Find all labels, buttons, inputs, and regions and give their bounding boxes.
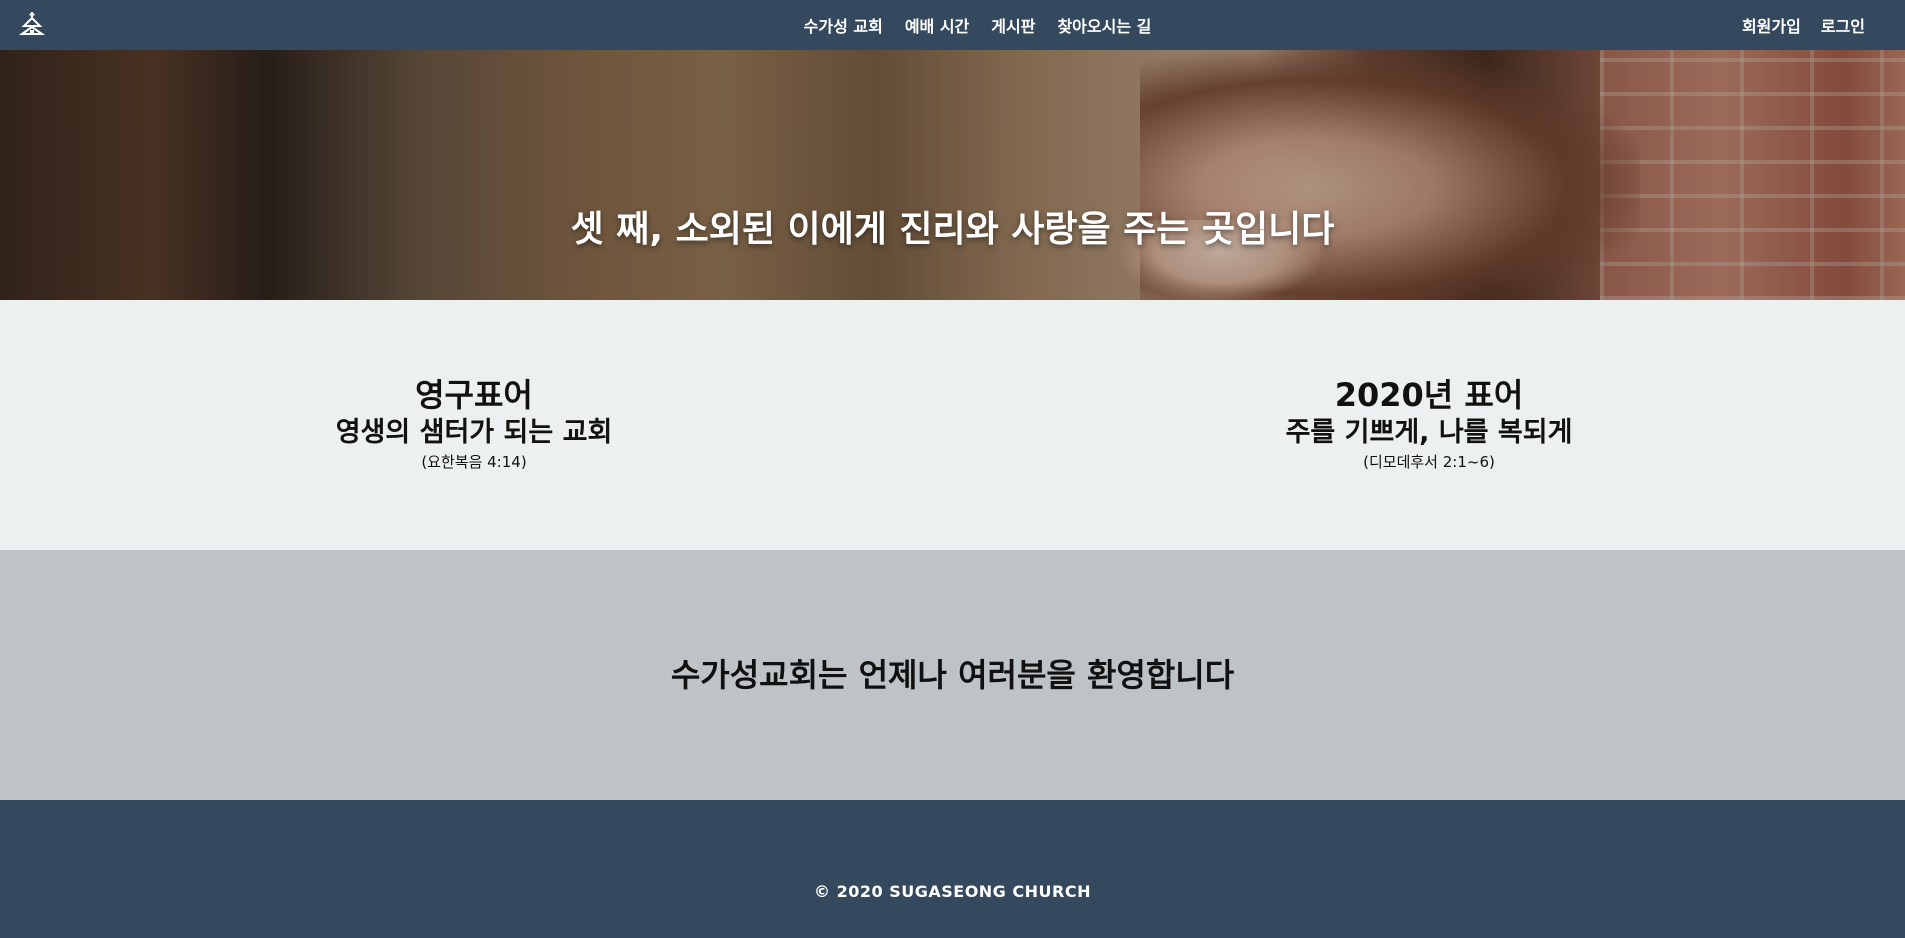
- signup-link[interactable]: 회원가입: [1742, 13, 1801, 37]
- motto-reference: (디모데후서 2:1~6): [1363, 453, 1495, 471]
- top-navbar: 수가성 교회 예배 시간 게시판 찾아오시는 길 회원가입 로그인: [0, 0, 1905, 50]
- motto-text: 영생의 샘터가 되는 교회: [335, 417, 613, 448]
- hero-overlay: [0, 50, 1905, 300]
- motto-reference: (요한복음 4:14): [421, 453, 527, 471]
- welcome-message: 수가성교회는 언제나 여러분을 환영합니다: [670, 656, 1235, 694]
- nav-link-church[interactable]: 수가성 교회: [804, 13, 883, 37]
- motto-title: 2020년 표어: [1334, 376, 1524, 414]
- hero-carousel[interactable]: 셋 째, 소외된 이에게 진리와 사랑을 주는 곳입니다: [0, 50, 1905, 300]
- nav-link-board[interactable]: 게시판: [991, 13, 1035, 37]
- auth-nav: 회원가입 로그인: [1742, 0, 1865, 50]
- yearly-motto: 2020년 표어 주를 기쁘게, 나를 복되게 (디모데후서 2:1~6): [1229, 375, 1629, 473]
- welcome-section: 수가성교회는 언제나 여러분을 환영합니다: [0, 550, 1905, 800]
- motto-text: 주를 기쁘게, 나를 복되게: [1285, 417, 1573, 448]
- nav-link-worship-times[interactable]: 예배 시간: [905, 13, 969, 37]
- footer: © 2020 SUGASEONG CHURCH: [0, 800, 1905, 938]
- nav-link-directions[interactable]: 찾아오시는 길: [1057, 13, 1151, 37]
- motto-title: 영구표어: [415, 376, 533, 414]
- permanent-motto: 영구표어 영생의 샘터가 되는 교회 (요한복음 4:14): [274, 375, 674, 473]
- login-link[interactable]: 로그인: [1821, 13, 1865, 37]
- main-nav: 수가성 교회 예배 시간 게시판 찾아오시는 길: [0, 0, 1905, 50]
- mottos-section: 영구표어 영생의 샘터가 되는 교회 (요한복음 4:14) 2020년 표어 …: [0, 300, 1905, 550]
- hero-caption: 셋 째, 소외된 이에게 진리와 사랑을 주는 곳입니다: [570, 209, 1335, 250]
- copyright-text: © 2020 SUGASEONG CHURCH: [814, 882, 1091, 901]
